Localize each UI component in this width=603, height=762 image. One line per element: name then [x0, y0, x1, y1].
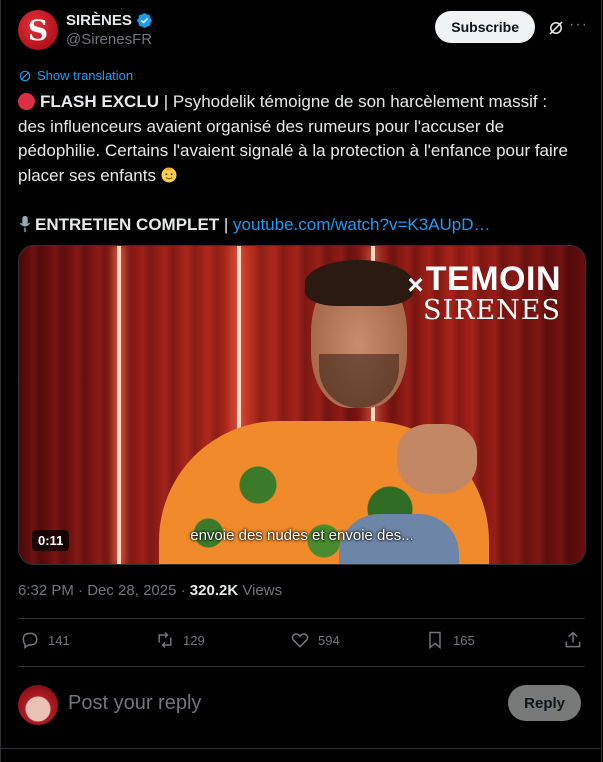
like-count: 594 — [318, 632, 340, 648]
person-hair — [305, 260, 413, 306]
watermark-temoin: TEMOIN — [425, 260, 561, 298]
meta-separator: · — [176, 582, 190, 599]
meta-separator: · — [73, 582, 88, 599]
frame-right-border — [601, 0, 602, 762]
action-bar: 141 129 594 165 — [20, 630, 583, 654]
video-player[interactable]: ×TEMOIN SIRENES envoie des nudes et envo… — [18, 245, 586, 565]
reply-count: 141 — [48, 632, 70, 648]
bookmark-count: 165 — [453, 632, 475, 648]
video-duration-badge: 0:11 — [32, 530, 70, 551]
views-count: 320.2K — [189, 582, 239, 599]
baby-emoji-icon — [161, 167, 177, 182]
tweet-text: FLASH EXCLU | Psyhodelik témoigne de son… — [18, 90, 578, 237]
author-handle[interactable]: @SirenesFR — [66, 31, 153, 48]
frame-left-border — [0, 0, 1, 762]
link-separator: | — [219, 214, 234, 234]
video-subtitle: envoie des nudes et envoie des... — [190, 527, 414, 544]
user-avatar[interactable] — [18, 685, 58, 725]
bookmark-icon — [429, 631, 441, 650]
avatar-letter: S — [27, 14, 49, 47]
youtube-link[interactable]: youtube.com/watch?v=K3AUpD… — [233, 215, 491, 234]
share-icon — [565, 631, 581, 648]
divider-end — [0, 748, 602, 749]
tweet-headline: FLASH EXCLU — [40, 92, 159, 111]
divider-bottom — [18, 666, 585, 667]
repost-icon — [158, 631, 172, 649]
neon-light-left — [117, 246, 121, 564]
reply-action[interactable]: 141 — [20, 630, 70, 650]
watermark-sirenes: SIRENES — [422, 295, 561, 326]
temoin-sirenes-watermark: ×TEMOIN SIRENES — [407, 262, 561, 324]
interview-label: ENTRETIEN COMPLET — [35, 214, 220, 234]
reply-input[interactable]: Post your reply — [68, 692, 201, 715]
person-hand — [397, 424, 477, 494]
views-label: Views — [238, 582, 283, 599]
author-display-name[interactable]: SIRÈNES — [66, 12, 132, 29]
author-name-block: SIRÈNES @SirenesFR — [66, 12, 153, 48]
tweet-time[interactable]: 6:32 PM — [18, 582, 74, 599]
more-options-icon[interactable]: ··· — [569, 16, 587, 34]
bookmark-action[interactable]: 165 — [425, 630, 475, 650]
tweet-meta: 6:32 PM · Dec 28, 2025 · 320.2K Views — [18, 582, 282, 599]
subscribe-button[interactable]: Subscribe — [435, 11, 535, 43]
show-translation-link[interactable]: Show translation — [18, 68, 133, 83]
repost-count: 129 — [183, 632, 205, 648]
divider-top — [18, 618, 585, 619]
verified-badge-icon — [137, 13, 152, 28]
reply-icon — [22, 632, 38, 649]
grok-icon[interactable] — [547, 19, 565, 37]
author-display-name-row[interactable]: SIRÈNES — [66, 12, 153, 29]
reply-button[interactable]: Reply — [508, 685, 581, 721]
translate-icon — [19, 70, 31, 81]
share-action[interactable] — [563, 630, 583, 650]
author-avatar[interactable]: S — [18, 10, 58, 50]
red-circle-emoji-icon — [18, 93, 35, 110]
watermark-x: × — [407, 269, 424, 300]
microphone-emoji-icon — [19, 215, 31, 232]
heart-icon — [291, 633, 309, 648]
tweet-date[interactable]: Dec 28, 2025 — [87, 582, 176, 599]
tweet-header: S SIRÈNES @SirenesFR Subscribe ··· — [18, 10, 587, 52]
like-action[interactable]: 594 — [290, 630, 340, 650]
repost-action[interactable]: 129 — [155, 630, 205, 650]
show-translation-label: Show translation — [37, 68, 134, 83]
